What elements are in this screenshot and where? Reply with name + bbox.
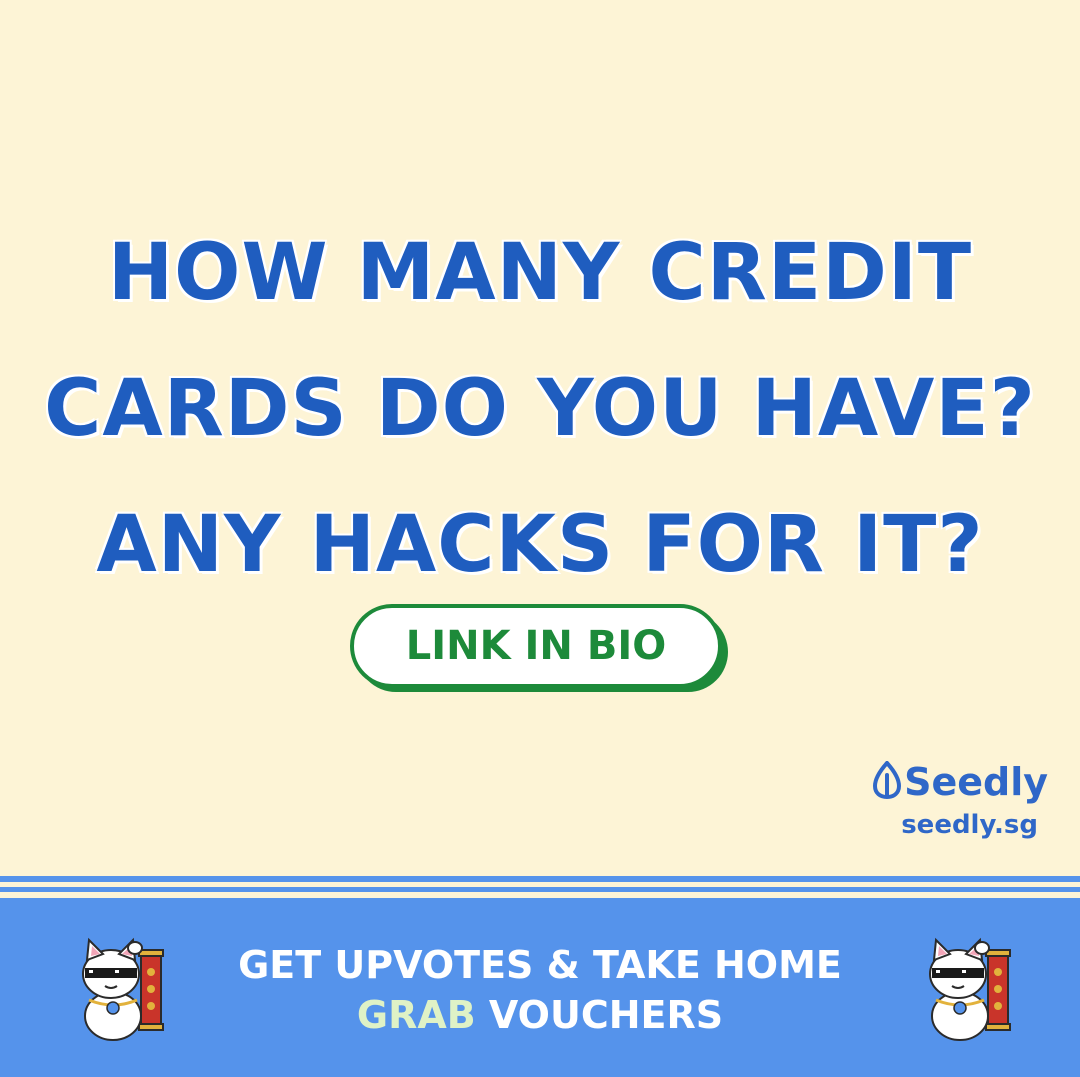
- brand-block: Seedly seedly.sg: [872, 759, 1048, 840]
- brand-name: Seedly: [904, 760, 1048, 804]
- headline-line-2: CARDS DO YOU HAVE?: [44, 364, 1036, 454]
- footer-text: GET UPVOTES & TAKE HOME GRAB VOUCHERS: [0, 940, 1080, 1040]
- link-in-bio-button-wrap[interactable]: LINK IN BIO: [350, 604, 730, 694]
- headline: HOW MANY CREDIT CARDS DO YOU HAVE? ANY H…: [0, 205, 1080, 613]
- lucky-cat-icon: [929, 937, 1011, 1041]
- footer-line-1: GET UPVOTES & TAKE HOME: [238, 943, 842, 987]
- headline-line-3: ANY HACKS FOR IT?: [96, 500, 984, 590]
- stripe-2: [0, 887, 1080, 892]
- brand-url: seedly.sg: [901, 810, 1038, 840]
- grab-highlight: GRAB: [356, 993, 476, 1037]
- footer-banner: GET UPVOTES & TAKE HOME GRAB VOUCHERS: [0, 898, 1080, 1077]
- stripe-1: [0, 876, 1080, 882]
- headline-line-1: HOW MANY CREDIT: [107, 228, 973, 318]
- footer-line-2: GRAB VOUCHERS: [0, 990, 1080, 1040]
- link-in-bio-button[interactable]: LINK IN BIO: [350, 604, 722, 688]
- seedly-leaf-icon: [872, 759, 902, 804]
- footer-line-2-rest: VOUCHERS: [475, 993, 724, 1037]
